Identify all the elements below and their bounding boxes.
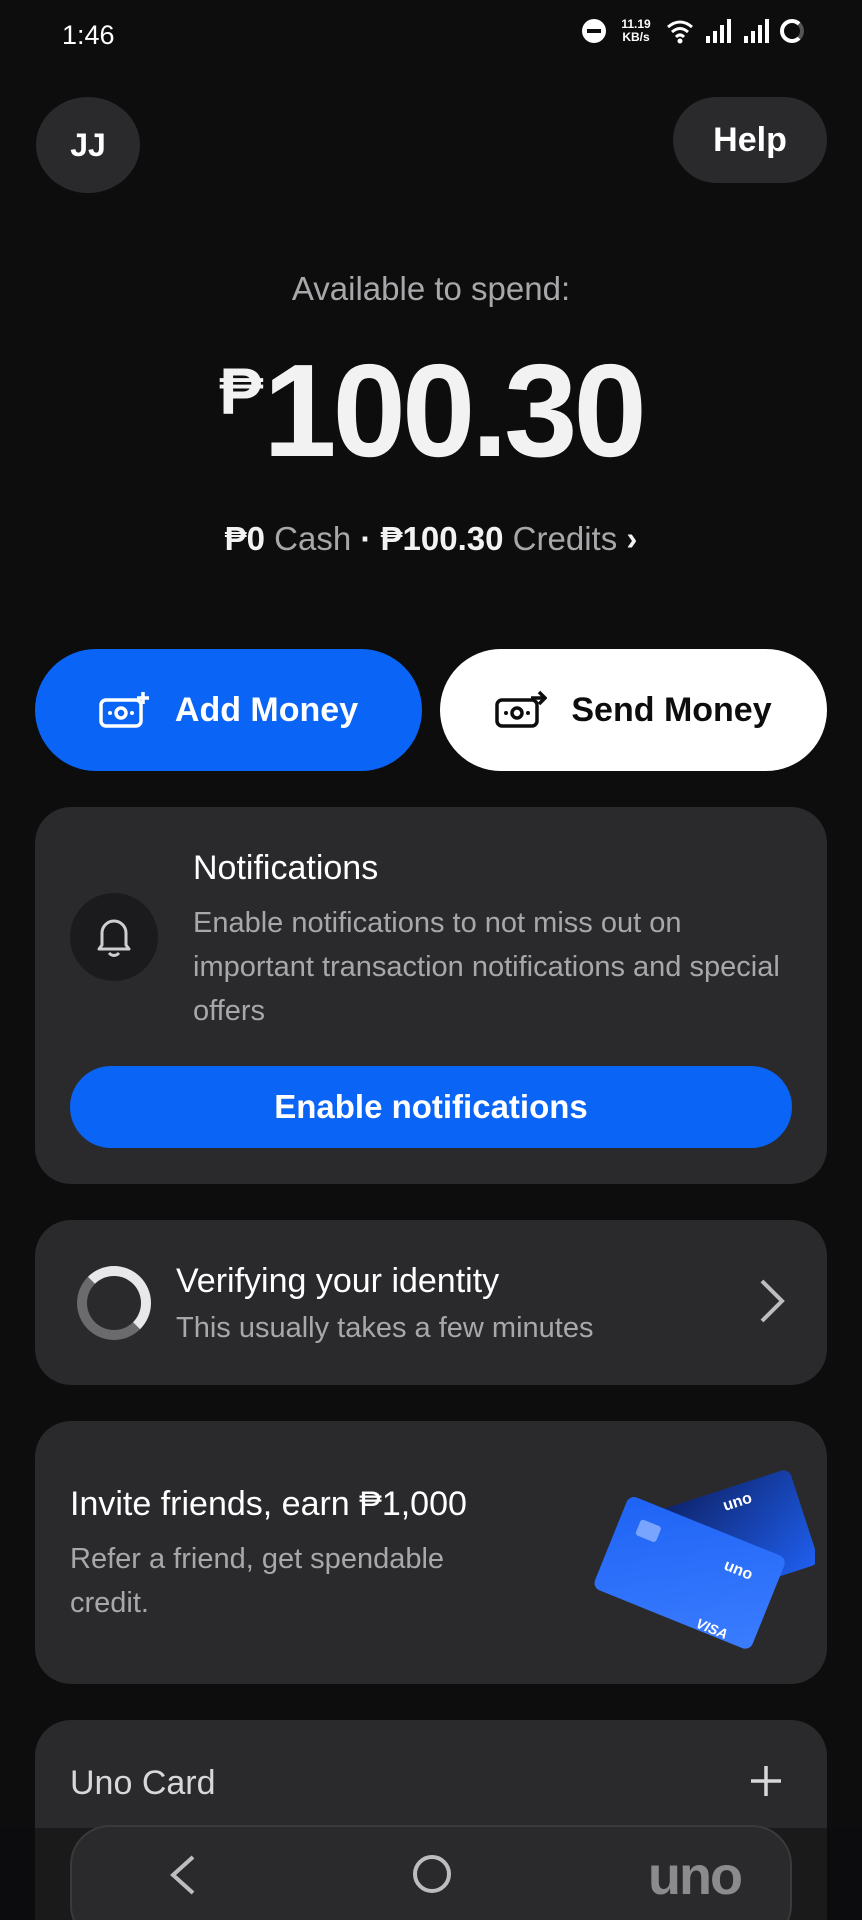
cash-label: Cash xyxy=(274,520,352,557)
plus-icon[interactable] xyxy=(749,1764,783,1798)
credits-label: Credits xyxy=(512,520,618,557)
status-bar: 1:46 11.19 KB/s xyxy=(0,0,862,70)
balance-breakdown[interactable]: ₱0 Cash · ₱100.30 Credits › xyxy=(0,520,862,558)
invite-subtitle: Refer a friend, get spendable credit. xyxy=(70,1543,445,1619)
network-speed: 11.19 KB/s xyxy=(616,18,656,44)
uno-logo: uno xyxy=(648,1846,743,1906)
bell-icon xyxy=(97,919,131,957)
enable-notifications-button[interactable]: Enable notifications xyxy=(70,1066,792,1148)
verify-subtitle: This usually takes a few minutes xyxy=(176,1312,594,1344)
home-icon[interactable] xyxy=(413,1855,451,1893)
bell-icon-wrapper xyxy=(70,893,158,981)
balance-value: 100.30 xyxy=(263,337,647,484)
cash-plus-icon xyxy=(99,692,149,728)
cash-send-icon xyxy=(495,690,548,728)
back-icon[interactable] xyxy=(165,1853,201,1897)
verify-title: Verifying your identity xyxy=(176,1262,500,1300)
loading-icon xyxy=(780,19,804,43)
chevron-right-icon xyxy=(760,1279,785,1323)
invite-friends-card[interactable]: Invite friends, earn ₱1,000 Refer a frie… xyxy=(35,1421,827,1684)
notifications-title: Notifications xyxy=(193,849,379,887)
add-money-button[interactable]: Add Money xyxy=(35,649,422,771)
balance-currency: ₱ xyxy=(219,354,264,428)
signal-icon xyxy=(706,19,731,43)
send-money-button[interactable]: Send Money xyxy=(440,649,827,771)
status-icons: 11.19 KB/s xyxy=(582,18,804,44)
balance-label: Available to spend: xyxy=(291,270,571,307)
verify-identity-card[interactable]: Verifying your identity This usually tak… xyxy=(35,1220,827,1385)
breakdown-separator: · xyxy=(360,520,372,557)
wifi-icon xyxy=(667,20,693,44)
do-not-disturb-icon xyxy=(582,19,606,43)
status-time: 1:46 xyxy=(62,20,115,50)
balance-amount: ₱100.30 xyxy=(0,335,862,486)
credits-amount: ₱100.30 xyxy=(380,520,504,557)
spinner-icon xyxy=(77,1266,151,1340)
invite-title: Invite friends, earn ₱1,000 xyxy=(70,1485,467,1523)
send-money-label: Send Money xyxy=(571,690,772,729)
avatar[interactable]: JJ xyxy=(36,97,140,193)
add-money-label: Add Money xyxy=(174,690,359,729)
uno-cards-illustration: uno uno VISA xyxy=(594,1470,815,1649)
signal-icon xyxy=(744,19,769,43)
help-button[interactable]: Help xyxy=(673,97,827,183)
chevron-right-icon: › xyxy=(626,520,638,557)
network-speed-unit: KB/s xyxy=(622,30,650,44)
notifications-body: Enable notifications to not miss out on … xyxy=(193,907,780,1027)
uno-card-title: Uno Card xyxy=(70,1764,216,1802)
cash-amount: ₱0 xyxy=(224,520,265,557)
notifications-card: Notifications Enable notifications to no… xyxy=(35,807,827,1184)
network-speed-value: 11.19 xyxy=(621,17,651,31)
